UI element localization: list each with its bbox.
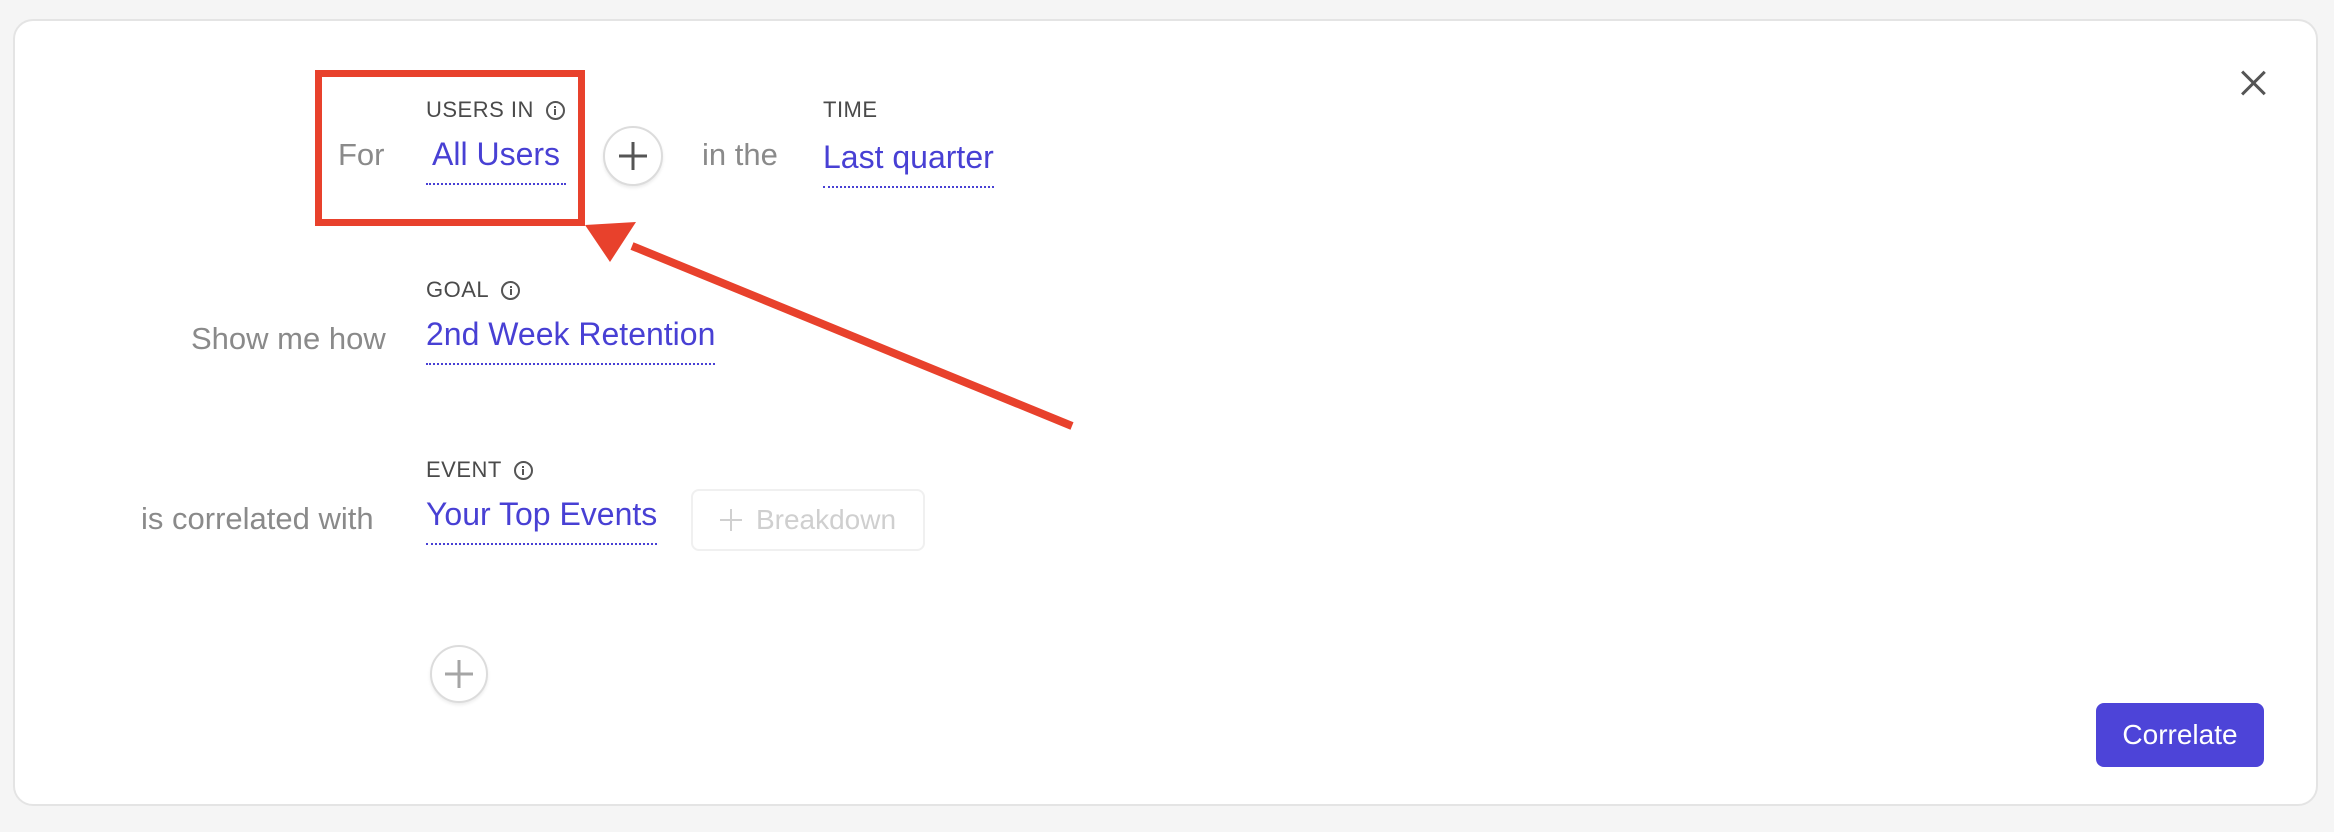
goal-caption-text: GOAL	[426, 277, 490, 302]
breakdown-label: Breakdown	[755, 504, 897, 535]
goal-selector[interactable]: 2nd Week Retention	[426, 316, 716, 365]
annotation-highlight-box	[315, 70, 585, 226]
correlate-button[interactable]: Correlate	[2096, 703, 2264, 767]
event-caption-text: EVENT	[426, 457, 502, 482]
info-icon[interactable]	[513, 460, 533, 480]
is-correlated-with-label: is correlated with	[141, 501, 374, 536]
info-icon[interactable]	[501, 280, 521, 300]
event-selector[interactable]: Your Top Events	[426, 496, 658, 545]
breakdown-button[interactable]: Breakdown	[691, 489, 925, 551]
goal-caption: GOAL	[426, 277, 521, 303]
in-the-label: in the	[702, 137, 778, 172]
add-row-button[interactable]	[430, 645, 488, 703]
time-caption: TIME	[823, 97, 878, 123]
event-caption: EVENT	[426, 457, 533, 483]
time-selector[interactable]: Last quarter	[823, 139, 994, 188]
plus-icon	[719, 509, 742, 531]
time-caption-text: TIME	[823, 97, 878, 122]
show-me-how-label: Show me how	[191, 321, 386, 356]
close-icon[interactable]	[2240, 70, 2266, 96]
add-filter-button[interactable]	[603, 126, 663, 186]
